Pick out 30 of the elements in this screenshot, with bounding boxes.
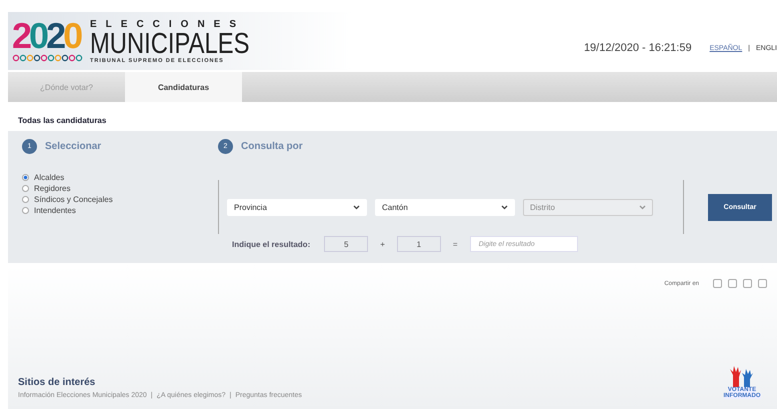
logo-digit: 2 (46, 19, 64, 53)
captcha-label: Indique el resultado: (232, 240, 310, 248)
tab[interactable]: Candidaturas (125, 72, 242, 102)
radio-icon[interactable] (22, 174, 29, 181)
dropdown[interactable]: Provincia (227, 198, 367, 216)
radio-option[interactable]: Regidores (22, 183, 218, 194)
step-title: Consulta por (241, 141, 303, 152)
dropdown[interactable]: Cantón (375, 198, 515, 216)
datetime: 19/12/2020 - 16:21:59 (584, 42, 692, 54)
logo-digit: 0 (29, 19, 46, 53)
logo-title: MUNICIPALES (90, 30, 250, 58)
chevron-icon (353, 204, 360, 210)
chevron-icon (639, 204, 646, 210)
section-title: Todas las candidaturas (17, 115, 108, 127)
equals-sign: = (452, 240, 458, 248)
plus-sign: + (380, 240, 385, 248)
step-title: Seleccionar (45, 141, 102, 152)
footer-title: Sitios de interés (18, 377, 96, 388)
radio-option[interactable]: Síndicos y Concejales (22, 194, 218, 205)
logo-digit: 0 (63, 19, 80, 53)
radio-icon[interactable] (22, 207, 29, 214)
chevron-icon (501, 204, 508, 210)
captcha-number: 1 (396, 236, 441, 252)
logo-overline: ELECCIONES (90, 18, 246, 30)
captcha-number: 5 (324, 236, 368, 252)
radio-icon[interactable] (22, 196, 29, 203)
radio-option[interactable]: Alcaldes (22, 172, 218, 183)
radio-icon[interactable] (22, 185, 29, 192)
logo-digit: 2 (12, 19, 30, 53)
radio-option[interactable]: Intendentes (22, 205, 218, 216)
